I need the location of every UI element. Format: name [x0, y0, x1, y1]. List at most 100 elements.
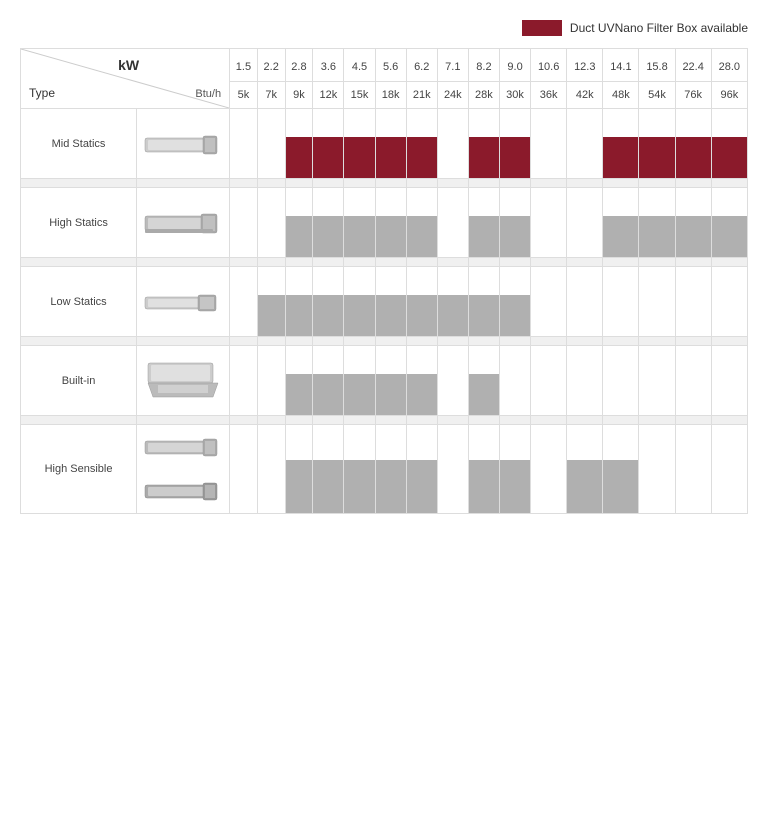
bar-4-11 — [567, 425, 603, 514]
bar-0-2 — [285, 109, 313, 179]
kw-2.8: 2.8 — [285, 49, 313, 82]
bar-1-8 — [468, 188, 499, 258]
bar-0-7 — [437, 109, 468, 179]
product-image-0 — [137, 109, 230, 179]
bar-0-11 — [567, 109, 603, 179]
product-row-low-statics: Low Statics — [21, 267, 748, 337]
bar-4-10 — [531, 425, 567, 514]
kw-4.5: 4.5 — [344, 49, 375, 82]
bar-1-15 — [711, 188, 747, 258]
section-divider — [21, 258, 748, 267]
bar-4-5 — [375, 425, 406, 514]
bar-1-0 — [230, 188, 258, 258]
kw-header-row: kW Type Btu/h 1.5 2.2 2.8 3.6 4.5 5.6 6.… — [21, 49, 748, 82]
kw-header-label: kW — [118, 57, 139, 73]
bar-3-1 — [257, 346, 285, 416]
kw-8.2: 8.2 — [468, 49, 499, 82]
bar-4-0 — [230, 425, 258, 514]
btu-48k: 48k — [603, 82, 639, 109]
btu-21k: 21k — [406, 82, 437, 109]
bar-3-7 — [437, 346, 468, 416]
bar-3-9 — [499, 346, 530, 416]
product-row-mid-statics: Mid Statics — [21, 109, 748, 179]
bar-2-6 — [406, 267, 437, 337]
btu-30k: 30k — [499, 82, 530, 109]
bar-0-13 — [639, 109, 675, 179]
capacity-table: kW Type Btu/h 1.5 2.2 2.8 3.6 4.5 5.6 6.… — [20, 48, 748, 514]
bar-4-9 — [499, 425, 530, 514]
bar-1-14 — [675, 188, 711, 258]
corner-cell: kW Type Btu/h — [21, 49, 230, 109]
bar-0-3 — [313, 109, 344, 179]
legend-color-box — [522, 20, 562, 36]
kw-10.6: 10.6 — [531, 49, 567, 82]
bar-3-6 — [406, 346, 437, 416]
kw-9.0: 9.0 — [499, 49, 530, 82]
section-divider — [21, 179, 748, 188]
bar-2-1 — [257, 267, 285, 337]
kw-7.1: 7.1 — [437, 49, 468, 82]
btu-96k: 96k — [711, 82, 747, 109]
legend: Duct UVNano Filter Box available — [20, 20, 748, 36]
bar-1-12 — [603, 188, 639, 258]
bar-1-9 — [499, 188, 530, 258]
product-label-3: Built-in — [21, 346, 137, 416]
legend-label: Duct UVNano Filter Box available — [570, 21, 748, 35]
bar-4-2 — [285, 425, 313, 514]
btu-9k: 9k — [285, 82, 313, 109]
bar-2-3 — [313, 267, 344, 337]
product-row-high-statics: High Statics — [21, 188, 748, 258]
btu-15k: 15k — [344, 82, 375, 109]
bar-2-12 — [603, 267, 639, 337]
kw-28.0: 28.0 — [711, 49, 747, 82]
product-label-2: Low Statics — [21, 267, 137, 337]
bar-2-5 — [375, 267, 406, 337]
product-label-0: Mid Statics — [21, 109, 137, 179]
type-header-label: Type — [29, 86, 55, 100]
bar-3-3 — [313, 346, 344, 416]
btu-54k: 54k — [639, 82, 675, 109]
bar-0-5 — [375, 109, 406, 179]
bar-0-15 — [711, 109, 747, 179]
product-image-4 — [137, 425, 230, 514]
product-label-4: High Sensible — [21, 425, 137, 514]
btu-5k: 5k — [230, 82, 258, 109]
section-divider — [21, 416, 748, 425]
kw-12.3: 12.3 — [567, 49, 603, 82]
bar-4-12 — [603, 425, 639, 514]
bar-1-1 — [257, 188, 285, 258]
product-image-1 — [137, 188, 230, 258]
bar-4-3 — [313, 425, 344, 514]
bar-1-10 — [531, 188, 567, 258]
bar-4-6 — [406, 425, 437, 514]
bar-0-0 — [230, 109, 258, 179]
kw-3.6: 3.6 — [313, 49, 344, 82]
bar-1-6 — [406, 188, 437, 258]
bar-4-4 — [344, 425, 375, 514]
bar-2-14 — [675, 267, 711, 337]
btu-7k: 7k — [257, 82, 285, 109]
bar-1-13 — [639, 188, 675, 258]
bar-2-8 — [468, 267, 499, 337]
btu-header-label: Btu/h — [195, 88, 221, 100]
bar-2-13 — [639, 267, 675, 337]
bar-3-13 — [639, 346, 675, 416]
bar-2-10 — [531, 267, 567, 337]
btu-18k: 18k — [375, 82, 406, 109]
product-row-built-in: Built-in — [21, 346, 748, 416]
bar-3-10 — [531, 346, 567, 416]
bar-2-4 — [344, 267, 375, 337]
bar-4-7 — [437, 425, 468, 514]
btu-42k: 42k — [567, 82, 603, 109]
kw-22.4: 22.4 — [675, 49, 711, 82]
bar-3-0 — [230, 346, 258, 416]
bar-1-11 — [567, 188, 603, 258]
bar-0-12 — [603, 109, 639, 179]
bar-0-1 — [257, 109, 285, 179]
bar-3-8 — [468, 346, 499, 416]
kw-5.6: 5.6 — [375, 49, 406, 82]
bar-3-15 — [711, 346, 747, 416]
kw-14.1: 14.1 — [603, 49, 639, 82]
bar-2-15 — [711, 267, 747, 337]
bar-2-9 — [499, 267, 530, 337]
